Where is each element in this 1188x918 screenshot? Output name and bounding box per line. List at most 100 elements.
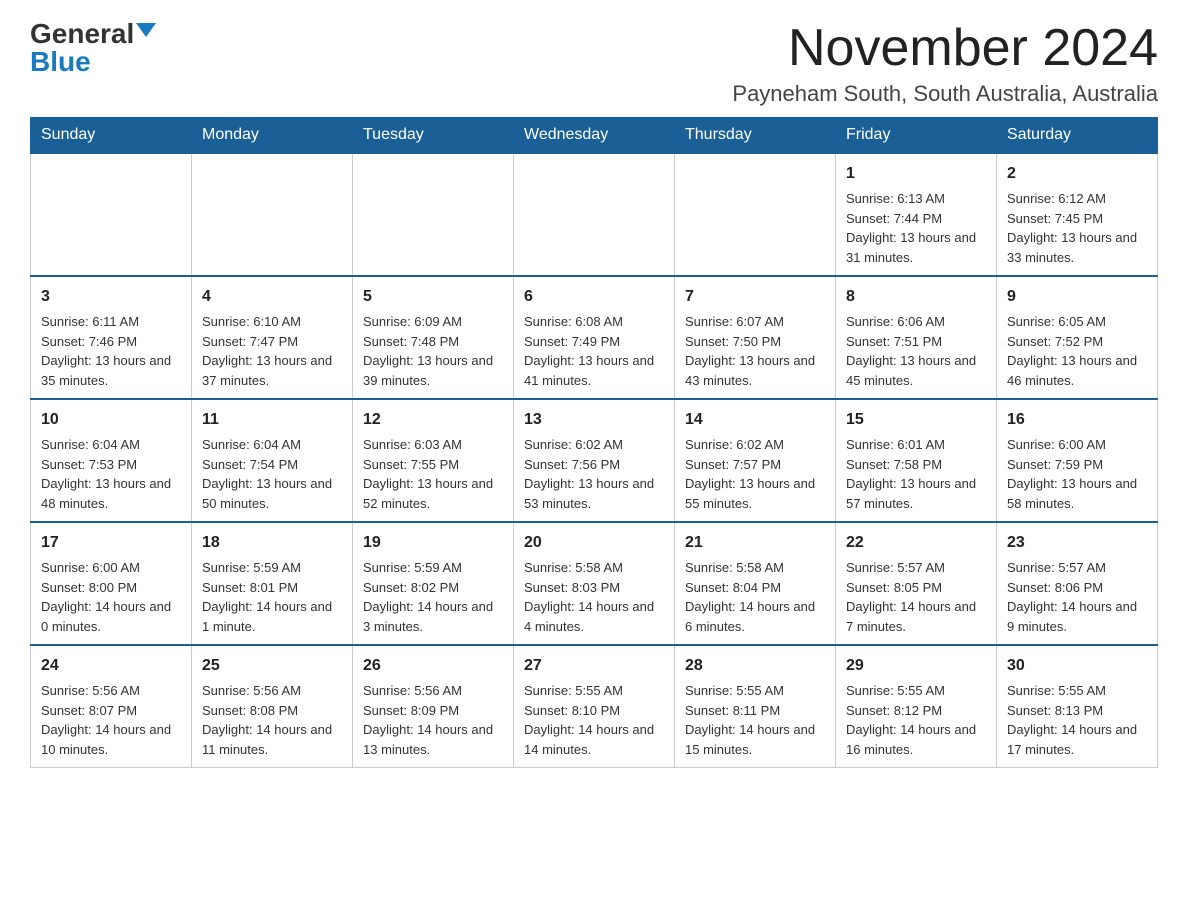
calendar-week-row: 17 Sunrise: 6:00 AMSunset: 8:00 PMDayligh… (31, 522, 1158, 645)
day-number: 7 (685, 285, 825, 309)
day-number: 14 (685, 408, 825, 432)
calendar-cell: 4 Sunrise: 6:10 AMSunset: 7:47 PMDaylight… (192, 276, 353, 399)
calendar-cell: 6 Sunrise: 6:08 AMSunset: 7:49 PMDaylight… (514, 276, 675, 399)
calendar-cell: 17 Sunrise: 6:00 AMSunset: 8:00 PMDayligh… (31, 522, 192, 645)
location-text: Payneham South, South Australia, Austral… (732, 81, 1158, 107)
month-title: November 2024 (732, 20, 1158, 77)
calendar-cell: 27 Sunrise: 5:55 AMSunset: 8:10 PMDayligh… (514, 645, 675, 768)
day-number: 10 (41, 408, 181, 432)
calendar-week-row: 10 Sunrise: 6:04 AMSunset: 7:53 PMDayligh… (31, 399, 1158, 522)
calendar-cell: 2 Sunrise: 6:12 AMSunset: 7:45 PMDaylight… (997, 153, 1158, 276)
calendar-cell: 16 Sunrise: 6:00 AMSunset: 7:59 PMDayligh… (997, 399, 1158, 522)
day-number: 11 (202, 408, 342, 432)
calendar-cell (675, 153, 836, 276)
day-info: Sunrise: 6:04 AMSunset: 7:53 PMDaylight:… (41, 435, 181, 513)
day-info: Sunrise: 5:59 AMSunset: 8:01 PMDaylight:… (202, 558, 342, 636)
day-info: Sunrise: 5:56 AMSunset: 8:09 PMDaylight:… (363, 681, 503, 759)
day-info: Sunrise: 6:08 AMSunset: 7:49 PMDaylight:… (524, 312, 664, 390)
logo: General Blue (30, 20, 156, 76)
calendar-cell: 1 Sunrise: 6:13 AMSunset: 7:44 PMDaylight… (836, 153, 997, 276)
day-number: 2 (1007, 162, 1147, 186)
calendar-cell: 5 Sunrise: 6:09 AMSunset: 7:48 PMDaylight… (353, 276, 514, 399)
day-info: Sunrise: 5:58 AMSunset: 8:03 PMDaylight:… (524, 558, 664, 636)
calendar-cell: 19 Sunrise: 5:59 AMSunset: 8:02 PMDayligh… (353, 522, 514, 645)
day-number: 3 (41, 285, 181, 309)
day-of-week-header: Monday (192, 118, 353, 154)
calendar-week-row: 24 Sunrise: 5:56 AMSunset: 8:07 PMDayligh… (31, 645, 1158, 768)
day-info: Sunrise: 5:56 AMSunset: 8:08 PMDaylight:… (202, 681, 342, 759)
day-info: Sunrise: 6:04 AMSunset: 7:54 PMDaylight:… (202, 435, 342, 513)
calendar-cell (192, 153, 353, 276)
calendar-cell: 14 Sunrise: 6:02 AMSunset: 7:57 PMDayligh… (675, 399, 836, 522)
day-info: Sunrise: 6:13 AMSunset: 7:44 PMDaylight:… (846, 189, 986, 267)
logo-general-text: General (30, 20, 134, 48)
calendar-cell: 28 Sunrise: 5:55 AMSunset: 8:11 PMDayligh… (675, 645, 836, 768)
day-info: Sunrise: 6:11 AMSunset: 7:46 PMDaylight:… (41, 312, 181, 390)
calendar-cell: 24 Sunrise: 5:56 AMSunset: 8:07 PMDayligh… (31, 645, 192, 768)
day-number: 1 (846, 162, 986, 186)
day-info: Sunrise: 6:02 AMSunset: 7:56 PMDaylight:… (524, 435, 664, 513)
day-info: Sunrise: 5:59 AMSunset: 8:02 PMDaylight:… (363, 558, 503, 636)
calendar-cell: 13Sunrise: 6:02 AMSunset: 7:56 PMDayligh… (514, 399, 675, 522)
day-info: Sunrise: 6:09 AMSunset: 7:48 PMDaylight:… (363, 312, 503, 390)
calendar-cell: 18Sunrise: 5:59 AMSunset: 8:01 PMDayligh… (192, 522, 353, 645)
day-number: 8 (846, 285, 986, 309)
day-info: Sunrise: 5:55 AMSunset: 8:11 PMDaylight:… (685, 681, 825, 759)
calendar-week-row: 3 Sunrise: 6:11 AMSunset: 7:46 PMDaylight… (31, 276, 1158, 399)
day-number: 4 (202, 285, 342, 309)
calendar-cell: 7 Sunrise: 6:07 AMSunset: 7:50 PMDaylight… (675, 276, 836, 399)
day-number: 22 (846, 531, 986, 555)
day-info: Sunrise: 6:02 AMSunset: 7:57 PMDaylight:… (685, 435, 825, 513)
calendar-cell: 10 Sunrise: 6:04 AMSunset: 7:53 PMDayligh… (31, 399, 192, 522)
calendar-cell: 22Sunrise: 5:57 AMSunset: 8:05 PMDayligh… (836, 522, 997, 645)
day-info: Sunrise: 6:00 AMSunset: 8:00 PMDaylight:… (41, 558, 181, 636)
calendar-cell: 21 Sunrise: 5:58 AMSunset: 8:04 PMDayligh… (675, 522, 836, 645)
day-info: Sunrise: 6:00 AMSunset: 7:59 PMDaylight:… (1007, 435, 1147, 513)
calendar-cell: 12 Sunrise: 6:03 AMSunset: 7:55 PMDayligh… (353, 399, 514, 522)
calendar-cell: 11 Sunrise: 6:04 AMSunset: 7:54 PMDayligh… (192, 399, 353, 522)
calendar-cell: 20 Sunrise: 5:58 AMSunset: 8:03 PMDayligh… (514, 522, 675, 645)
day-of-week-header: Wednesday (514, 118, 675, 154)
day-info: Sunrise: 6:07 AMSunset: 7:50 PMDaylight:… (685, 312, 825, 390)
day-number: 16 (1007, 408, 1147, 432)
calendar-cell (514, 153, 675, 276)
calendar-cell: 25Sunrise: 5:56 AMSunset: 8:08 PMDayligh… (192, 645, 353, 768)
day-number: 5 (363, 285, 503, 309)
day-info: Sunrise: 6:05 AMSunset: 7:52 PMDaylight:… (1007, 312, 1147, 390)
day-info: Sunrise: 5:58 AMSunset: 8:04 PMDaylight:… (685, 558, 825, 636)
day-number: 9 (1007, 285, 1147, 309)
day-info: Sunrise: 6:03 AMSunset: 7:55 PMDaylight:… (363, 435, 503, 513)
calendar-cell (31, 153, 192, 276)
calendar-table: SundayMondayTuesdayWednesdayThursdayFrid… (30, 117, 1158, 768)
day-number: 15 (846, 408, 986, 432)
day-number: 12 (363, 408, 503, 432)
calendar-cell: 15 Sunrise: 6:01 AMSunset: 7:58 PMDayligh… (836, 399, 997, 522)
day-info: Sunrise: 6:12 AMSunset: 7:45 PMDaylight:… (1007, 189, 1147, 267)
calendar-week-row: 1 Sunrise: 6:13 AMSunset: 7:44 PMDaylight… (31, 153, 1158, 276)
day-number: 21 (685, 531, 825, 555)
day-number: 28 (685, 654, 825, 678)
day-info: Sunrise: 5:57 AMSunset: 8:06 PMDaylight:… (1007, 558, 1147, 636)
day-info: Sunrise: 5:55 AMSunset: 8:12 PMDaylight:… (846, 681, 986, 759)
day-number: 23 (1007, 531, 1147, 555)
day-info: Sunrise: 6:06 AMSunset: 7:51 PMDaylight:… (846, 312, 986, 390)
day-number: 19 (363, 531, 503, 555)
day-info: Sunrise: 6:10 AMSunset: 7:47 PMDaylight:… (202, 312, 342, 390)
calendar-cell: 29 Sunrise: 5:55 AMSunset: 8:12 PMDayligh… (836, 645, 997, 768)
day-number: 29 (846, 654, 986, 678)
day-number: 6 (524, 285, 664, 309)
day-number: 27 (524, 654, 664, 678)
day-of-week-header: Friday (836, 118, 997, 154)
day-number: 17 (41, 531, 181, 555)
page-header: General Blue November 2024 Payneham Sout… (30, 20, 1158, 107)
day-info: Sunrise: 5:56 AMSunset: 8:07 PMDaylight:… (41, 681, 181, 759)
day-info: Sunrise: 6:01 AMSunset: 7:58 PMDaylight:… (846, 435, 986, 513)
day-number: 24 (41, 654, 181, 678)
calendar-cell: 8 Sunrise: 6:06 AMSunset: 7:51 PMDaylight… (836, 276, 997, 399)
day-number: 20 (524, 531, 664, 555)
day-of-week-header: Sunday (31, 118, 192, 154)
day-info: Sunrise: 5:55 AMSunset: 8:10 PMDaylight:… (524, 681, 664, 759)
title-section: November 2024 Payneham South, South Aust… (732, 20, 1158, 107)
day-number: 30 (1007, 654, 1147, 678)
calendar-cell: 9 Sunrise: 6:05 AMSunset: 7:52 PMDaylight… (997, 276, 1158, 399)
